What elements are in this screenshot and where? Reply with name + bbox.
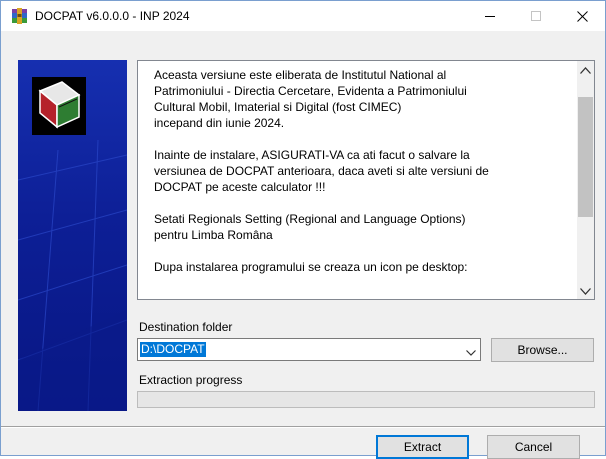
scrollbar-thumb[interactable] — [578, 97, 593, 217]
minimize-icon — [484, 11, 496, 22]
info-text: Aceasta versiune este eliberata de Insti… — [154, 67, 570, 291]
info-paragraph: Dupa instalarea programului se creaza un… — [154, 260, 468, 274]
destination-folder-combobox[interactable]: D:\DOCPAT — [137, 338, 481, 361]
docpat-book-logo-icon — [32, 77, 86, 135]
cancel-button[interactable]: Cancel — [487, 435, 580, 459]
extract-button[interactable]: Extract — [376, 435, 469, 459]
installer-window: DOCPAT v6.0.0.0 - INP 2024 Aceasta versi… — [0, 0, 606, 459]
chevron-down-icon[interactable] — [466, 345, 476, 359]
chevron-up-icon — [580, 63, 591, 77]
minimize-button[interactable] — [467, 1, 513, 31]
info-text-box[interactable]: Aceasta versiune este eliberata de Insti… — [137, 60, 595, 300]
side-banner — [18, 60, 127, 411]
close-icon — [576, 10, 588, 22]
info-paragraph: Aceasta versiune este eliberata de Insti… — [154, 68, 467, 130]
extraction-progress-label: Extraction progress — [139, 373, 243, 387]
winrar-archive-icon — [11, 8, 28, 24]
chevron-down-icon — [580, 284, 591, 298]
browse-button[interactable]: Browse... — [491, 338, 594, 362]
maximize-button[interactable] — [513, 1, 559, 31]
maximize-icon — [530, 10, 542, 22]
dialog-body: Aceasta versiune este eliberata de Insti… — [1, 31, 605, 459]
info-scrollbar[interactable] — [577, 61, 594, 299]
title-bar[interactable]: DOCPAT v6.0.0.0 - INP 2024 — [1, 1, 605, 31]
info-paragraph: Setati Regionals Setting (Regional and L… — [154, 212, 466, 242]
info-paragraph: Inainte de instalare, ASIGURATI-VA ca at… — [154, 148, 489, 194]
close-button[interactable] — [559, 1, 605, 31]
extraction-progress-bar — [137, 391, 595, 408]
scroll-up-button[interactable] — [577, 61, 594, 78]
footer-divider-highlight — [1, 427, 605, 428]
scroll-down-button[interactable] — [577, 282, 594, 299]
destination-folder-label: Destination folder — [139, 320, 233, 334]
destination-folder-value[interactable]: D:\DOCPAT — [140, 342, 206, 357]
window-title: DOCPAT v6.0.0.0 - INP 2024 — [35, 9, 190, 23]
